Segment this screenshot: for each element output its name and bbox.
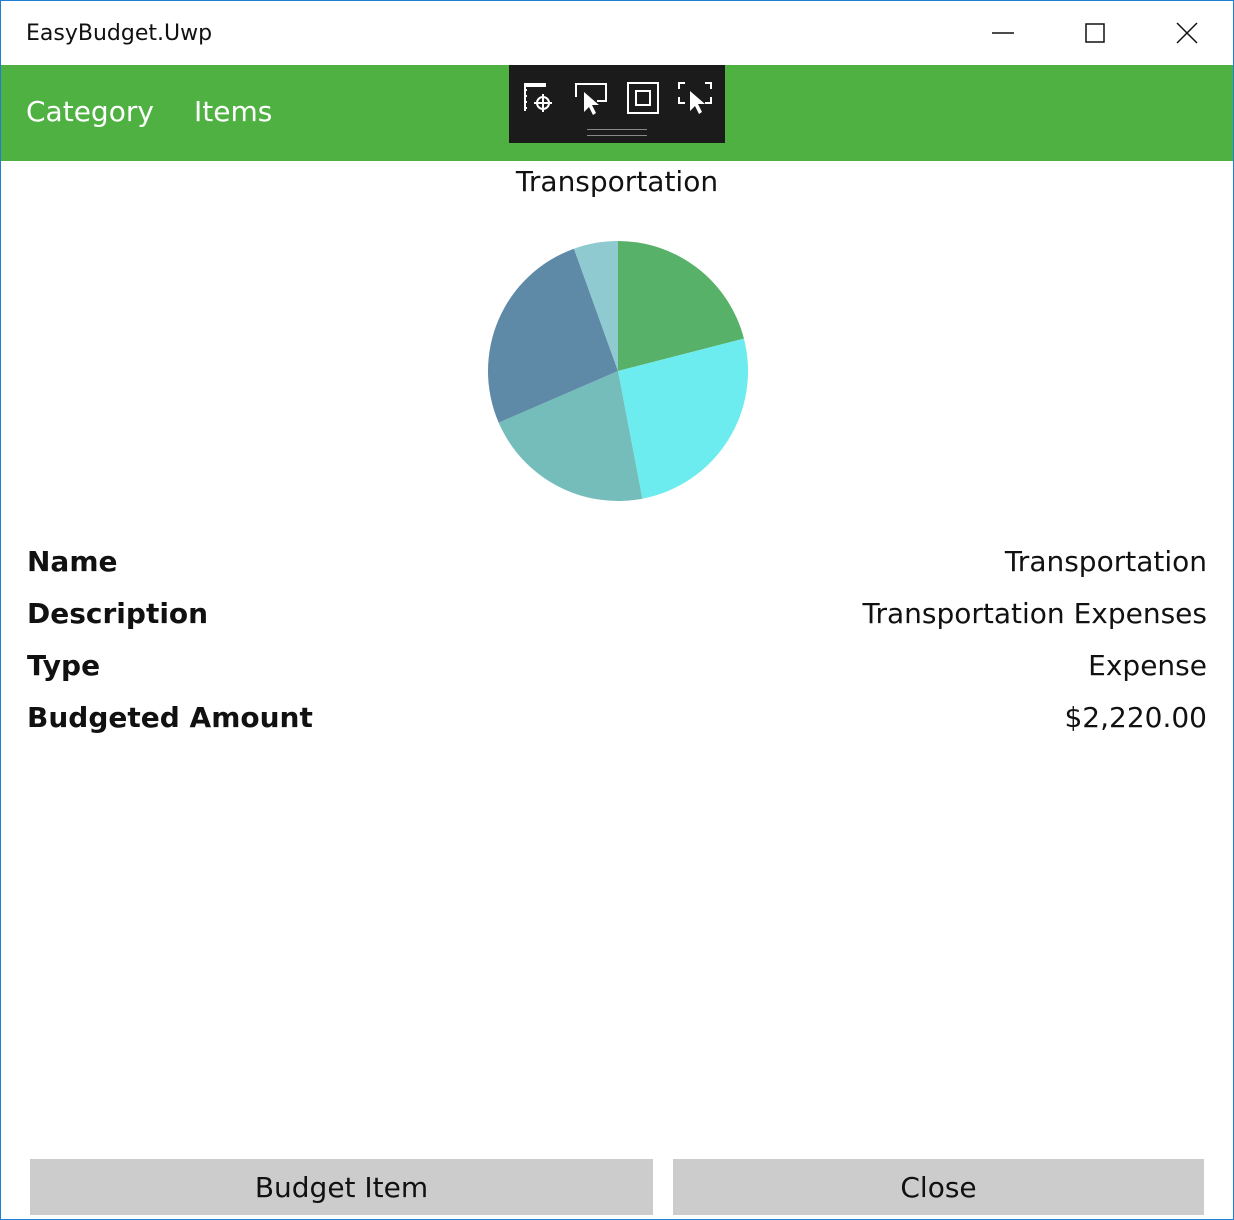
budget-item-button[interactable]: Budget Item <box>30 1159 653 1215</box>
minimize-button[interactable] <box>957 1 1049 65</box>
toolbar-grip[interactable] <box>587 129 647 136</box>
detail-label: Description <box>27 597 209 630</box>
detail-label: Name <box>27 545 118 578</box>
detail-row-type: Type Expense <box>27 649 1207 689</box>
select-element-button[interactable] <box>571 79 611 119</box>
detail-value: Transportation <box>1004 545 1207 578</box>
close-window-button[interactable] <box>1141 1 1233 65</box>
nav-item-category[interactable]: Category <box>26 95 154 128</box>
detail-row-description: Description Transportation Expenses <box>27 597 1207 637</box>
maximize-icon <box>1085 23 1105 43</box>
app-title: EasyBudget.Uwp <box>26 21 213 46</box>
live-visual-tree-button[interactable] <box>519 79 559 119</box>
chart-title: Transportation <box>515 165 719 198</box>
title-bar: EasyBudget.Uwp <box>1 1 1233 65</box>
live-visual-tree-icon <box>524 83 552 112</box>
select-element-icon <box>575 83 607 115</box>
display-layout-adorners-button[interactable] <box>623 79 663 119</box>
detail-value: $2,220.00 <box>1064 701 1207 734</box>
detail-label: Budgeted Amount <box>27 701 313 734</box>
track-focus-button[interactable] <box>675 79 715 119</box>
debug-toolbar <box>509 65 725 143</box>
minimize-icon <box>992 32 1014 34</box>
close-icon <box>1176 22 1198 44</box>
detail-label: Type <box>27 649 101 682</box>
detail-row-name: Name Transportation <box>27 545 1207 585</box>
category-pie-chart <box>487 241 749 502</box>
detail-row-budgeted-amount: Budgeted Amount $2,220.00 <box>27 701 1207 741</box>
display-layout-adorners-icon <box>627 82 659 114</box>
detail-value: Expense <box>1088 649 1207 682</box>
nav-item-items[interactable]: Items <box>194 95 272 128</box>
close-button[interactable]: Close <box>673 1159 1204 1215</box>
app-window: EasyBudget.Uwp Category Items Transporta… <box>0 0 1234 1220</box>
maximize-button[interactable] <box>1049 1 1141 65</box>
detail-value: Transportation Expenses <box>862 597 1208 630</box>
track-focus-icon <box>678 82 712 114</box>
